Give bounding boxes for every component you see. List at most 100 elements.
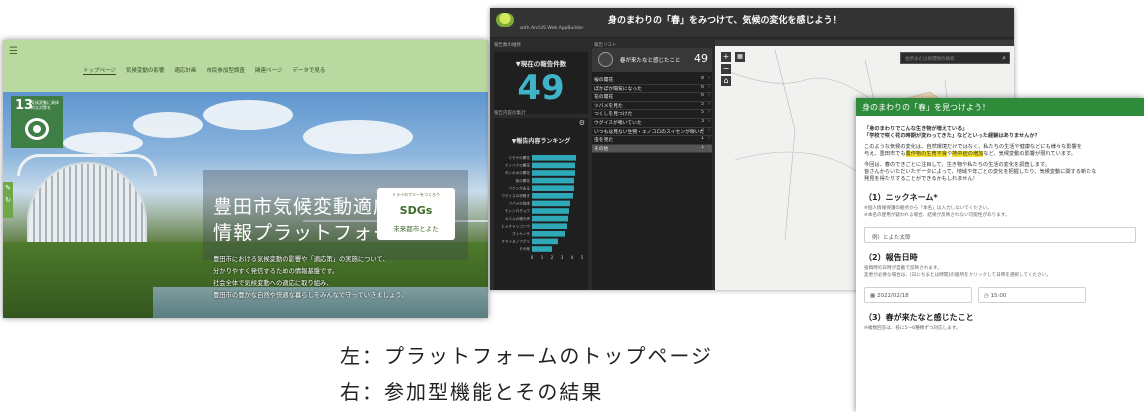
calendar-icon: ▦ [870,293,877,299]
list-item-count: 3 [700,118,704,124]
form-body: 「身のまわりでこんな生き物が増えている」 「学校で咲く花の時期が変わってきた」な… [856,116,1144,339]
app-subtitle: with ArcGIS Web AppBuilder [520,26,584,31]
layer-list-icon[interactable]: ▦ [735,52,745,62]
list-item[interactable]: ぽかぽか陽気になった 6 › [592,85,712,94]
hero-description-line: 豊田市における気候変動の影響や「適応策」の実施について、 [213,256,389,263]
top-navigation-bar: ☰ トップページ 気候変動の影響 適応計画 市民参加型調査 関連ページ データで… [3,40,488,92]
app-logo-icon [496,13,514,27]
count-label: ▼現在の報告件数 [515,60,567,68]
list-item[interactable]: ツバメを見た 5 › [592,102,712,111]
home-button[interactable]: ⌂ [721,76,731,86]
form-header: 身のまわりの「春」を見つけよう！ [856,98,1144,116]
chevron-right-icon: › [708,110,710,116]
list-item-label: 花の開花 [594,95,614,101]
hero-image: 13 気候変動に具体的な対策を ✎ ↻ 豊田市気候変動適応 情報プラットフォーム… [3,92,488,318]
list-item-count: 5 [700,110,704,116]
bar-category-label: ホトケノザ [512,231,530,236]
map-search-input[interactable]: 住所または目標物の検索 ⌕ [900,52,1010,64]
list-item[interactable]: ウグイスが鳴いていた 3 › [592,119,712,128]
chevron-right-icon: › [708,93,710,99]
list-item-count: 6 [700,93,704,99]
sdgs-card-tagline: ミライのフツーをつくろう [392,192,440,197]
ranking-panel: ⚙ ▼報告内容ランキング ミモザの開花 ナノハナの開花 タンポポの開花 桜の開花 ツクシ… [494,118,588,290]
bar-category-label: タンポポの開花 [505,170,531,175]
nav-item-citizen-survey[interactable]: 市民参加型調査 [206,66,245,75]
refresh-icon[interactable]: ↻ [3,194,13,206]
list-header-count: 49 [694,52,708,65]
bar-category-label: ウグイスの初鳴き [501,193,530,198]
nav-item-impacts[interactable]: 気候変動の影響 [126,66,165,75]
list-item-label: 虫を見た [594,138,614,144]
nav-item-top[interactable]: トップページ [83,66,116,75]
list-item[interactable]: いつもは見ない生物・エノコロのスイセンが咲いた 2 › [592,128,712,137]
list-item[interactable]: つくしを見つけた 5 › [592,110,712,119]
intro-text-part: 与え、豊田市でも [864,151,906,157]
intro-text: 発見を得たりすることができるかもしれません！ [864,176,978,182]
zoom-in-button[interactable]: + [721,52,731,62]
time-value: 15:00 [990,293,1007,299]
bar [532,215,568,222]
list-category-icon [598,52,613,67]
x-tick-label: 2 [551,255,554,260]
edit-icon[interactable]: ✎ [3,182,13,194]
nav-item-adaptation-plan[interactable]: 適応計画 [174,66,196,75]
chevron-right-icon: › [708,101,710,107]
hamburger-menu-icon[interactable]: ☰ [9,46,18,57]
bar [532,231,565,237]
app-header: with ArcGIS Web AppBuilder 身のまわりの「春」をみつけ… [490,8,1014,38]
cloud [133,112,203,138]
bar [532,193,573,199]
zoom-out-button[interactable]: − [721,64,731,74]
intro-text: 与え、豊田市でも農作物の生育不良や熱中症の増加など、気候変動の影響が現れています… [864,151,1136,158]
nickname-input[interactable]: 例）とよた太郎 [864,227,1136,243]
section-datetime-title: （2）報告日時 [864,253,918,262]
list-item-count: 5 [700,101,704,107]
report-list-panel: 春が来たなと感じたこと 49 桜の開花 8 › ぽかぽか陽気になった 6 › 花の開花 6 › ツ… [592,48,712,290]
nav-item-data[interactable]: データで見る [292,66,325,75]
list-item-label: ぽかぽか陽気になった [594,86,642,92]
date-field[interactable]: ▦ 2022/02/18 [864,287,972,303]
x-tick-label: 4 [571,255,574,260]
count-value: 49 [517,68,565,108]
list-item[interactable]: 花の開花 6 › [592,93,712,102]
list-item-label: ウグイスが鳴いていた [594,120,642,126]
caption-left: 左：プラットフォームのトップページ [340,344,713,368]
intro-text: 今回は、春のできごとに注目して、生き物や私たちの生活の変化を調査します。 [864,162,1050,168]
highlight-heatstroke: 熱中症の増加 [952,151,984,157]
bar [532,246,552,252]
side-tool-tabs: ✎ ↻ [3,182,13,218]
list-item-label: ツバメを見た [594,103,623,109]
search-icon[interactable]: ⌕ [1002,54,1006,63]
participation-form-screenshot: 身のまわりの「春」を見つけよう！ 「身のまわりでこんな生き物が増えている」 「学… [856,98,1144,412]
section-note: 変更が必要な場合は、[日にちまたは時間]の箇所をクリックして日時を選択してくださ… [864,272,1051,278]
caption-right: 右：参加型機能とその結果 [340,380,604,404]
list-item-count: 1 [700,144,704,150]
sdg13-badge: 13 気候変動に具体的な対策を [11,96,63,148]
report-count-panel: ▼現在の報告件数 49 [494,52,588,114]
intro-question: 「身のまわりでこんな生き物が増えている」 [864,126,968,132]
hero-description-line: 分かりやすく発信するための情報基盤です。 [213,268,339,275]
intro-text-part: など、気候変動の影響が現れています。 [983,151,1076,157]
intro-text: このような気候の変化は、自然環境だけではなく、私たちの生活や健康などにも様々な影… [864,144,1082,150]
eye-globe-icon [25,118,49,140]
hero-description-line: 豊田市の豊かな自然や快適な暮らしをみんなで守っていきましょう。 [213,292,408,299]
platform-top-page-screenshot: ☰ トップページ 気候変動の影響 適応計画 市民参加型調査 関連ページ データで… [3,40,488,318]
ranking-pane-label: 報告内容の集計 [494,111,526,116]
list-item[interactable]: 桜の開花 8 › [592,76,712,85]
bar-category-label: カエルの鳴き声 [505,216,531,221]
list-item-count: 8 [700,76,704,81]
gear-icon[interactable]: ⚙ [579,119,585,127]
platform-title-line1: 豊田市気候変動適応 [213,196,394,218]
sdgs-future-city-card: ミライのフツーをつくろう SDGs 未来都市とよた [377,188,455,240]
x-tick-label: 1 [541,255,544,260]
bar-category-label: その他 [519,246,530,251]
intro-question: 「学校で咲く花の時期が変わってきた」などといった経験はありませんか？ [864,133,1040,139]
list-item[interactable]: その他 1 › [592,144,712,154]
x-tick-label: 0 [531,255,534,260]
time-field[interactable]: ◷ 15:00 [978,287,1086,303]
hero-description-line: 社会全体で気候変動への適応に取り組み、 [213,280,333,287]
nav-item-related-pages[interactable]: 関連ページ [255,66,282,75]
list-item[interactable]: 虫を見た 1 › [592,136,712,145]
list-header: 春が来たなと感じたこと 49 [592,48,712,72]
bar-category-label: モンシロチョウ [505,208,531,213]
